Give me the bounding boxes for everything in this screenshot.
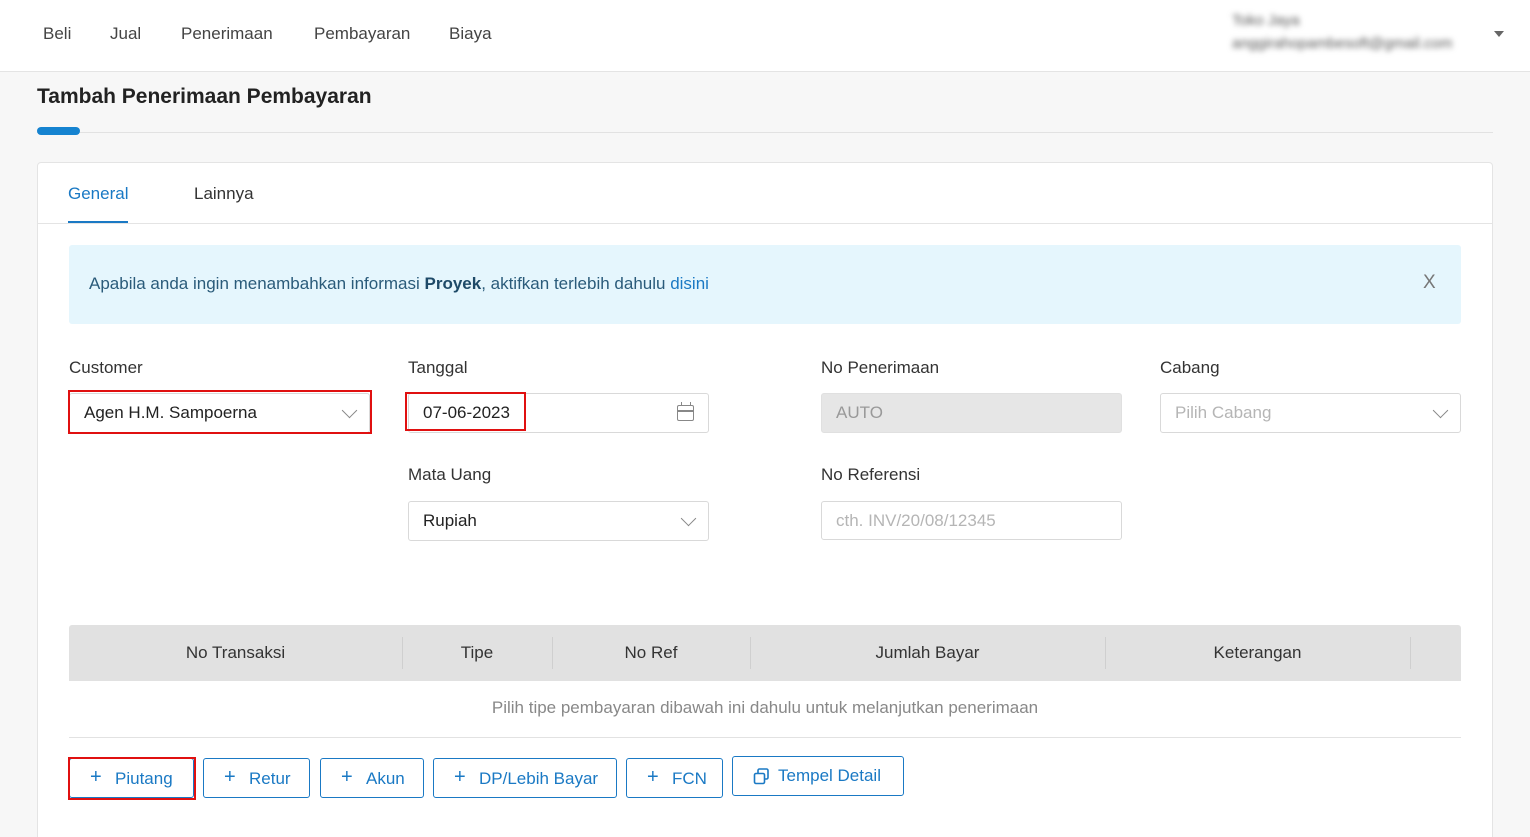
chevron-down-icon [680, 510, 697, 527]
tanggal-input[interactable]: 07-06-2023 [408, 393, 709, 433]
no-referensi-label: No Referensi [821, 465, 921, 484]
mata-uang-value: Rupiah [423, 511, 477, 530]
mata-uang-select[interactable]: Rupiah [408, 501, 709, 541]
top-navbar: Beli Jual Penerimaan Pembayaran Biaya To… [0, 0, 1530, 72]
nav-jual[interactable]: Jual [110, 24, 141, 44]
no-referensi-input[interactable]: cth. INV/20/08/12345 [821, 501, 1122, 540]
add-dp-lebih-bayar-button[interactable]: + DP/Lebih Bayar [433, 758, 617, 798]
customer-label: Customer [69, 358, 143, 377]
plus-icon: + [454, 766, 466, 788]
no-penerimaan-value: AUTO [836, 403, 883, 422]
user-email: anggirahopambesoft@gmail.com [1232, 35, 1453, 52]
title-divider [37, 132, 1493, 133]
tab-general[interactable]: General [68, 184, 129, 223]
alert-text-before: Apabila anda ingin menambahkan informasi [89, 274, 425, 293]
customer-value: Agen H.M. Sampoerna [84, 403, 257, 422]
column-header: Jumlah Bayar [875, 643, 980, 662]
column-header: Tipe [460, 643, 494, 662]
tempel-detail-label: Tempel Detail [778, 766, 881, 785]
cabang-placeholder: Pilih Cabang [1175, 403, 1272, 422]
tempel-detail-button[interactable]: Tempel Detail [732, 756, 904, 796]
dp-label: DP/Lebih Bayar [479, 769, 599, 788]
page-title: Tambah Penerimaan Pembayaran [37, 85, 372, 108]
no-referensi-placeholder: cth. INV/20/08/12345 [836, 511, 996, 530]
add-piutang-button[interactable]: + Piutang [69, 758, 194, 798]
tab-bar: General Lainnya [38, 163, 1492, 224]
user-name: Toko Jaya [1232, 12, 1300, 29]
no-penerimaan-label: No Penerimaan [821, 358, 940, 377]
nav-pembayaran[interactable]: Pembayaran [314, 24, 410, 44]
customer-select[interactable]: Agen H.M. Sampoerna [69, 393, 370, 433]
copy-icon [753, 768, 769, 785]
alert-link-disini[interactable]: disini [670, 274, 709, 293]
plus-icon: + [224, 766, 236, 788]
piutang-label: Piutang [115, 769, 173, 788]
add-retur-button[interactable]: + Retur [203, 758, 310, 798]
plus-icon: + [647, 766, 659, 788]
tab-lainnya[interactable]: Lainnya [194, 184, 254, 204]
alert-bold-proyek: Proyek [424, 274, 482, 293]
retur-label: Retur [249, 769, 291, 788]
caret-down-icon[interactable] [1494, 31, 1504, 37]
user-menu[interactable]: Toko Jaya anggirahopambesoft@gmail.com [1232, 12, 1452, 52]
plus-icon: + [341, 766, 353, 788]
title-accent-bar [37, 127, 80, 135]
form-card: General Lainnya Apabila anda ingin menam… [37, 162, 1493, 837]
column-divider [1410, 637, 1411, 669]
calendar-icon[interactable] [677, 402, 694, 421]
no-penerimaan-field: AUTO [821, 393, 1122, 433]
transactions-table-header: No Transaksi Tipe No Ref Jumlah Bayar Ke… [69, 625, 1461, 681]
mata-uang-label: Mata Uang [408, 465, 492, 484]
alert-text-after: , aktifkan terlebih dahulu [481, 274, 671, 293]
table-empty-message: Pilih tipe pembayaran dibawah ini dahulu… [491, 698, 1039, 717]
alert-message: Apabila anda ingin menambahkan informasi… [89, 274, 709, 294]
cabang-label: Cabang [1160, 358, 1220, 377]
column-header: Keterangan [1213, 643, 1302, 662]
tanggal-value: 07-06-2023 [423, 403, 510, 422]
close-icon[interactable]: X [1423, 272, 1436, 294]
column-header: No Transaksi [185, 643, 286, 662]
cabang-select[interactable]: Pilih Cabang [1160, 393, 1461, 433]
chevron-down-icon [341, 402, 358, 419]
table-divider [69, 737, 1461, 738]
nav-beli[interactable]: Beli [43, 24, 71, 44]
info-alert: Apabila anda ingin menambahkan informasi… [69, 245, 1461, 324]
tanggal-label: Tanggal [408, 358, 468, 377]
nav-biaya[interactable]: Biaya [449, 24, 492, 44]
nav-penerimaan[interactable]: Penerimaan [181, 24, 273, 44]
akun-label: Akun [366, 769, 405, 788]
column-header: No Ref [624, 643, 678, 662]
fcn-label: FCN [672, 769, 707, 788]
add-akun-button[interactable]: + Akun [320, 758, 424, 798]
chevron-down-icon [1432, 402, 1449, 419]
plus-icon: + [90, 766, 102, 788]
add-fcn-button[interactable]: + FCN [626, 758, 723, 798]
